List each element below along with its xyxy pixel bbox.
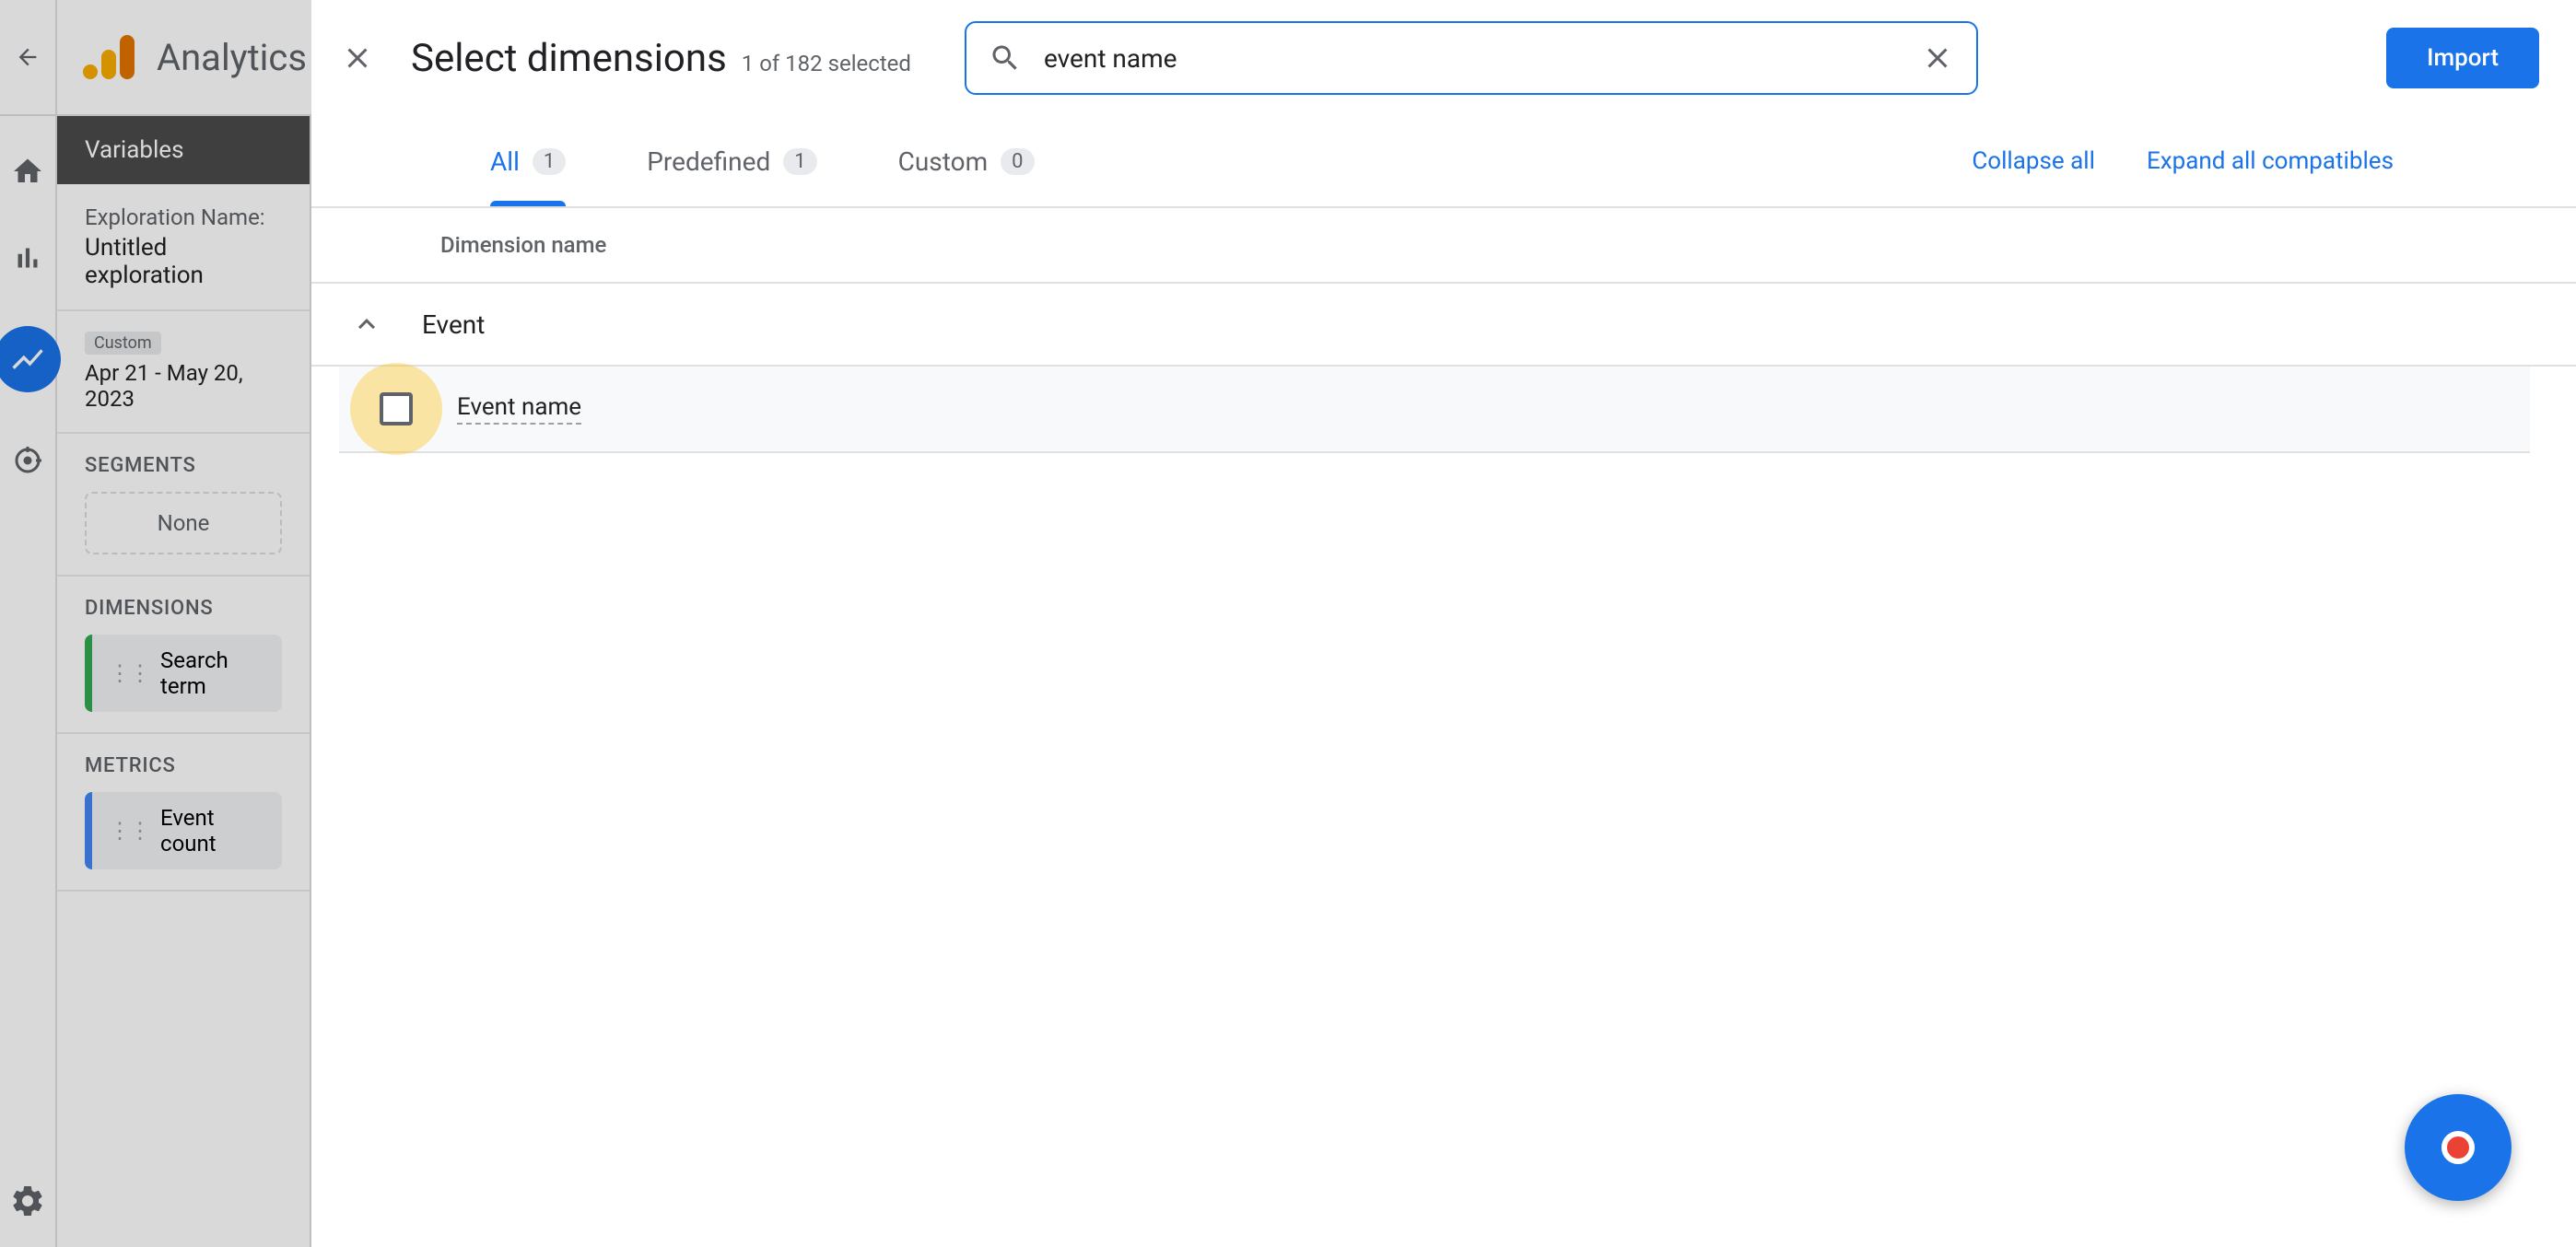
search-input[interactable] bbox=[1044, 43, 1899, 74]
modal-title: Select dimensions bbox=[411, 36, 727, 81]
tab-label: Predefined bbox=[647, 146, 770, 177]
column-header-dimension-name: Dimension name bbox=[311, 208, 2576, 284]
checkbox-event-name[interactable] bbox=[380, 392, 413, 425]
dimension-item-label: Event name bbox=[457, 393, 581, 425]
chevron-up-icon bbox=[348, 306, 385, 343]
tab-custom[interactable]: Custom 0 bbox=[876, 116, 1057, 206]
search-icon bbox=[989, 41, 1022, 75]
modal-subtitle: 1 of 182 selected bbox=[742, 51, 911, 76]
tab-badge: 1 bbox=[783, 148, 816, 175]
tab-predefined[interactable]: Predefined 1 bbox=[625, 116, 838, 206]
record-icon bbox=[2441, 1131, 2475, 1164]
close-icon bbox=[341, 41, 374, 75]
collapse-all-button[interactable]: Collapse all bbox=[1946, 147, 2121, 175]
dimension-group-label: Event bbox=[422, 309, 485, 340]
dimension-group-event[interactable]: Event bbox=[311, 284, 2576, 367]
import-button[interactable]: Import bbox=[2386, 28, 2539, 88]
tab-badge: 0 bbox=[1001, 148, 1034, 175]
tab-all[interactable]: All 1 bbox=[468, 116, 588, 206]
select-dimensions-modal: Select dimensions 1 of 182 selected Impo… bbox=[311, 0, 2576, 1247]
search-box[interactable] bbox=[965, 21, 1978, 95]
close-button[interactable] bbox=[339, 40, 376, 76]
record-fab[interactable] bbox=[2405, 1094, 2512, 1201]
expand-all-button[interactable]: Expand all compatibles bbox=[2121, 147, 2419, 175]
tab-label: All bbox=[490, 146, 520, 177]
clear-search-icon[interactable] bbox=[1921, 41, 1954, 75]
tab-label: Custom bbox=[898, 146, 989, 177]
dimension-item-event-name[interactable]: Event name bbox=[339, 367, 2530, 453]
tab-badge: 1 bbox=[533, 148, 566, 175]
